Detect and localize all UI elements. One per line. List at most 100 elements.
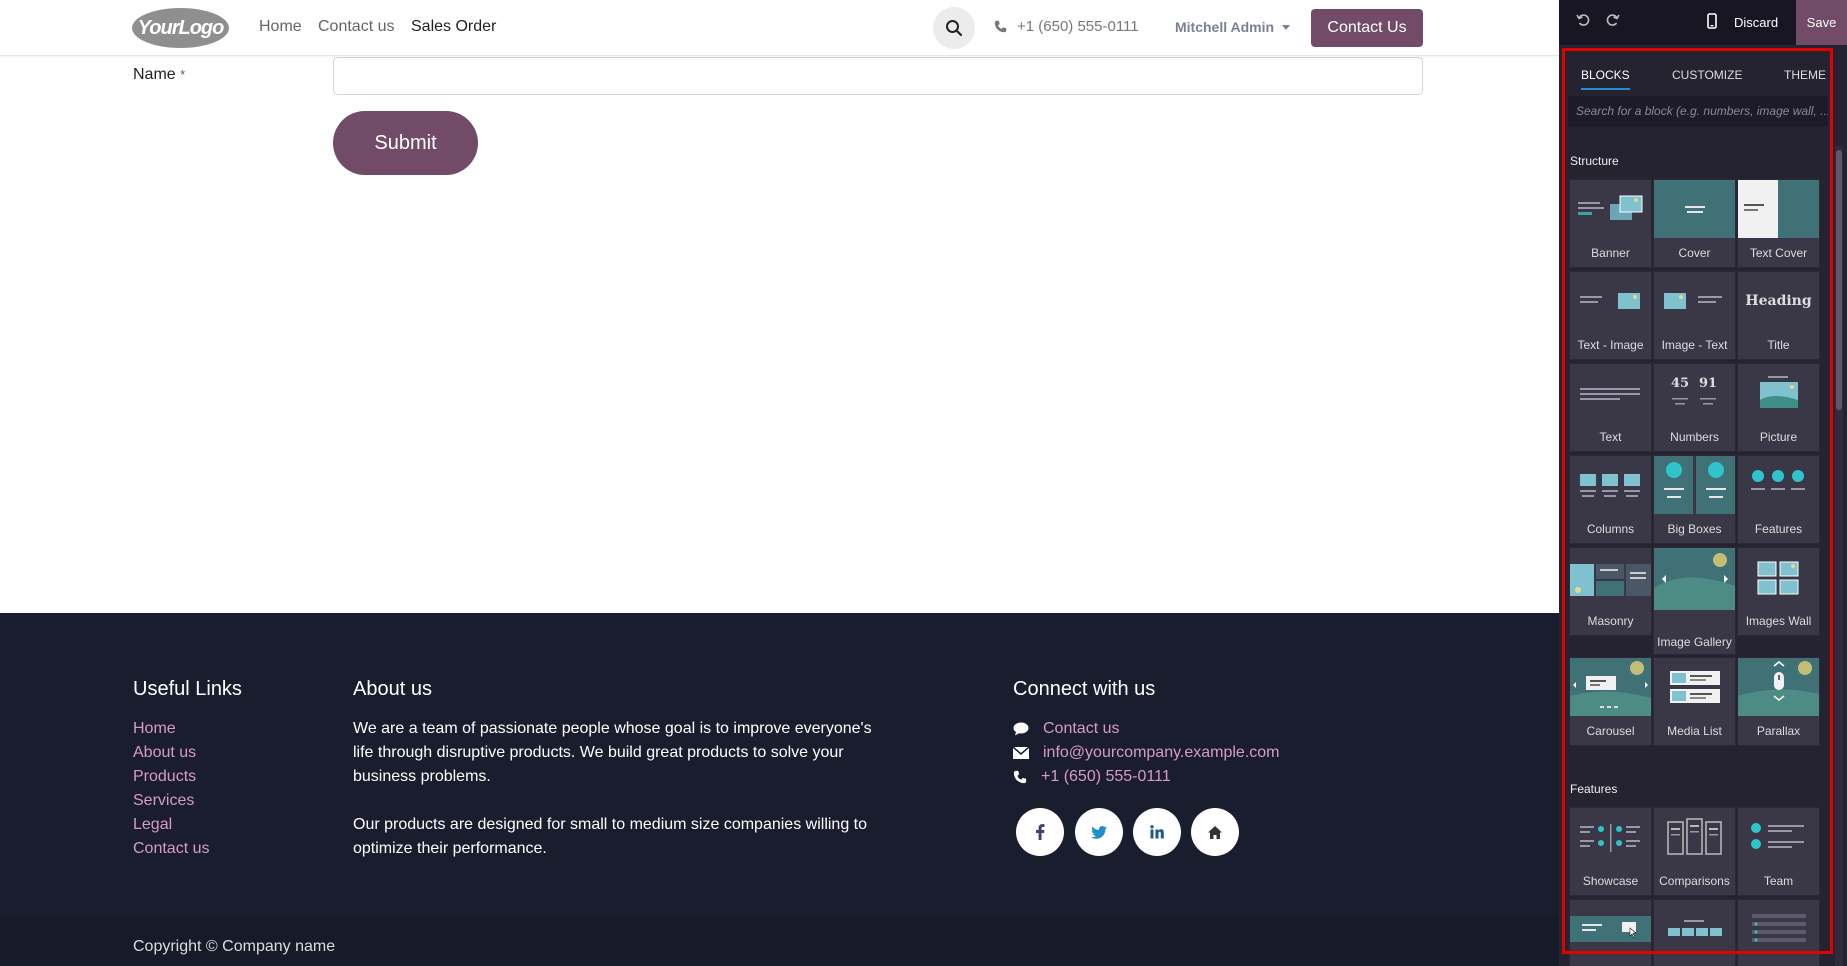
block-comparisons[interactable]: Comparisons xyxy=(1653,807,1736,896)
name-input[interactable] xyxy=(333,57,1423,95)
block-cover[interactable]: Cover xyxy=(1653,179,1736,268)
footer-link-contact[interactable]: Contact us xyxy=(133,840,209,858)
tab-blocks[interactable]: BLOCKS xyxy=(1581,68,1630,90)
big-boxes-thumb xyxy=(1654,456,1735,514)
facebook-button[interactable] xyxy=(1016,808,1064,856)
block-label: Images Wall xyxy=(1745,614,1812,628)
footer-phone-text: +1 (650) 555-0111 xyxy=(1041,768,1171,785)
required-mark: * xyxy=(180,67,186,82)
contact-us-button[interactable]: Contact Us xyxy=(1311,9,1423,47)
user-menu[interactable]: Mitchell Admin xyxy=(1175,19,1291,35)
text-image-thumb xyxy=(1580,293,1640,309)
block-image-gallery[interactable]: Image Gallery xyxy=(1653,547,1736,655)
nav-sales-order[interactable]: Sales Order xyxy=(411,18,496,36)
tab-customize[interactable]: CUSTOMIZE xyxy=(1672,68,1742,82)
useful-links-title: Useful Links xyxy=(133,678,242,700)
block-showcase[interactable]: Showcase xyxy=(1569,807,1652,896)
block-features-row2-3[interactable] xyxy=(1737,899,1820,966)
block-text-cover[interactable]: Text Cover xyxy=(1737,179,1820,268)
block-title[interactable]: Heading Title xyxy=(1737,271,1820,360)
user-name: Mitchell Admin xyxy=(1175,19,1275,35)
footer-email-link[interactable]: info@yourcompany.example.com xyxy=(1013,744,1280,762)
search-icon xyxy=(946,20,963,37)
block-label: Title xyxy=(1767,338,1790,352)
block-text[interactable]: Text xyxy=(1569,363,1652,452)
website-preview: YourLogo Home Contact us Sales Order +1 … xyxy=(0,0,1559,966)
columns-thumb xyxy=(1580,474,1640,497)
masonry-thumb xyxy=(1570,564,1651,596)
media-list-thumb xyxy=(1670,671,1720,703)
text-cover-thumb xyxy=(1738,180,1819,238)
header-phone[interactable]: +1 (650) 555-0111 xyxy=(994,18,1139,35)
block-parallax[interactable]: Parallax xyxy=(1737,657,1820,746)
nav-home[interactable]: Home xyxy=(259,18,302,36)
nav-contact-us[interactable]: Contact us xyxy=(318,18,394,36)
block-search-input[interactable]: Search for a block (e.g. numbers, image … xyxy=(1568,96,1828,126)
footer-email-text: info@yourcompany.example.com xyxy=(1043,744,1280,761)
copyright-bar: Copyright © Company name xyxy=(0,916,1559,966)
twitter-icon xyxy=(1091,825,1107,839)
linkedin-button[interactable] xyxy=(1133,808,1181,856)
block-carousel[interactable]: Carousel xyxy=(1569,657,1652,746)
mobile-preview-icon[interactable] xyxy=(1707,13,1717,29)
about-paragraph-1: We are a team of passionate people whose… xyxy=(353,720,872,785)
footer-link-about[interactable]: About us xyxy=(133,744,196,762)
cover-thumb xyxy=(1654,180,1735,238)
twitter-button[interactable] xyxy=(1075,808,1123,856)
block-label: Numbers xyxy=(1670,430,1719,444)
site-logo[interactable]: YourLogo xyxy=(132,8,229,48)
home-button[interactable] xyxy=(1191,808,1239,856)
site-header: YourLogo Home Contact us Sales Order +1 … xyxy=(0,0,1559,56)
footer-link-services[interactable]: Services xyxy=(133,792,194,810)
block-label: Text xyxy=(1599,430,1622,444)
name-label-text: Name xyxy=(133,66,176,83)
undo-icon[interactable] xyxy=(1576,13,1590,27)
about-title: About us xyxy=(353,678,432,700)
comparisons-thumb xyxy=(1667,818,1722,855)
block-team[interactable]: Team xyxy=(1737,807,1820,896)
block-features-row2-1[interactable] xyxy=(1569,899,1652,966)
footer-link-legal[interactable]: Legal xyxy=(133,816,172,834)
submit-button[interactable]: Submit xyxy=(333,111,478,175)
block-label: Comparisons xyxy=(1659,874,1730,888)
footer-contact-link[interactable]: Contact us xyxy=(1013,720,1119,738)
block-media-list[interactable]: Media List xyxy=(1653,657,1736,746)
block-masonry[interactable]: Masonry xyxy=(1569,547,1652,636)
discard-button[interactable]: Discard xyxy=(1734,15,1778,30)
image-text-thumb xyxy=(1664,293,1722,309)
block-label: Image - Text xyxy=(1661,338,1728,352)
features-section-label: Features xyxy=(1570,782,1618,796)
save-button[interactable]: Save xyxy=(1796,0,1847,45)
block-label: Media List xyxy=(1667,724,1722,738)
about-paragraph-2: Our products are designed for small to m… xyxy=(353,816,868,857)
panel-scrollbar-thumb[interactable] xyxy=(1836,150,1842,410)
block-images-wall[interactable]: Images Wall xyxy=(1737,547,1820,636)
block-picture[interactable]: Picture xyxy=(1737,363,1820,452)
redo-icon[interactable] xyxy=(1606,13,1620,27)
search-button[interactable] xyxy=(933,7,975,49)
block-features-row2-2[interactable] xyxy=(1653,899,1736,966)
footer-link-home[interactable]: Home xyxy=(133,720,176,738)
block-features[interactable]: Features xyxy=(1737,455,1820,544)
block-label: Features xyxy=(1754,522,1803,536)
block-columns[interactable]: Columns xyxy=(1569,455,1652,544)
tab-theme[interactable]: THEME xyxy=(1784,68,1826,82)
block-text-image[interactable]: Text - Image xyxy=(1569,271,1652,360)
picture-thumb xyxy=(1760,376,1798,408)
block-label: Banner xyxy=(1591,246,1630,260)
block-big-boxes[interactable]: Big Boxes xyxy=(1653,455,1736,544)
footer-contact-text: Contact us xyxy=(1043,720,1120,737)
copyright-text: Copyright © Company name xyxy=(133,938,336,955)
block-numbers[interactable]: 45 91 Numbers xyxy=(1653,363,1736,452)
block-banner[interactable]: Banner xyxy=(1569,179,1652,268)
block-image-text[interactable]: Image - Text xyxy=(1653,271,1736,360)
footer-phone-link[interactable]: +1 (650) 555-0111 xyxy=(1013,768,1171,786)
block-label: Image Gallery xyxy=(1657,635,1732,649)
block-label: Showcase xyxy=(1582,874,1639,888)
home-icon xyxy=(1208,825,1222,839)
partial-block-thumb xyxy=(1752,914,1806,942)
footer-link-products[interactable]: Products xyxy=(133,768,196,786)
block-label: Parallax xyxy=(1756,724,1801,738)
site-footer: Useful Links Home About us Products Serv… xyxy=(0,613,1559,916)
title-thumb: Heading xyxy=(1745,293,1812,309)
